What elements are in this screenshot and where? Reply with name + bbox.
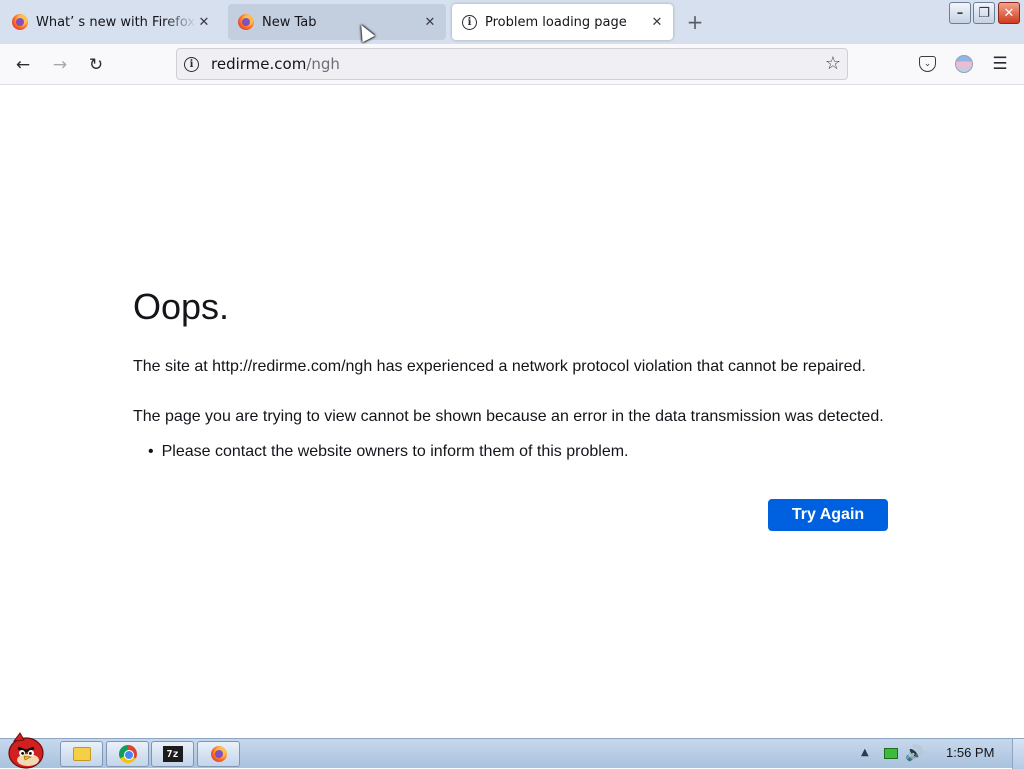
tab-title: What’ s new with Firefox - M: [36, 14, 196, 30]
tab-problem-loading[interactable]: i Problem loading page ✕: [452, 4, 673, 40]
volume-icon[interactable]: 🔊: [905, 744, 924, 762]
7zip-icon: 7z: [162, 746, 183, 762]
account-icon[interactable]: [955, 55, 973, 73]
site-info-icon[interactable]: i: [184, 56, 199, 72]
taskbar-chrome[interactable]: [106, 741, 149, 767]
close-window-button[interactable]: ✕: [998, 2, 1020, 24]
clock[interactable]: 1:56 PM: [946, 745, 994, 760]
chrome-icon: [118, 745, 137, 763]
reload-button[interactable]: ↻: [83, 52, 109, 78]
error-description: The site at http://redirme.com/ngh has e…: [133, 358, 866, 375]
navigation-toolbar: ← → ↻ i redirme.com/ngh ☆ ⌄ ☰: [0, 44, 1024, 85]
tab-strip: What’ s new with Firefox - M ✕ New Tab ✕…: [0, 0, 1024, 44]
error-suggestions: Please contact the website owners to inf…: [148, 443, 629, 461]
url-domain: redirme.com: [211, 55, 307, 73]
firefox-icon: [12, 14, 28, 30]
tab-title: Problem loading page: [485, 14, 627, 30]
minimize-button[interactable]: –: [949, 2, 971, 24]
close-icon[interactable]: ✕: [649, 14, 665, 30]
bookmark-star-icon[interactable]: ☆: [825, 53, 841, 74]
tab-new-tab[interactable]: New Tab ✕: [228, 4, 446, 40]
close-icon[interactable]: ✕: [196, 14, 212, 30]
taskbar: 7z ▲ 🔊 1:56 PM: [0, 732, 1024, 769]
show-desktop-button[interactable]: [1012, 739, 1024, 769]
error-title: Oops.: [133, 286, 230, 327]
info-icon: i: [462, 14, 477, 30]
firefox-icon: [210, 746, 227, 762]
taskbar-file-explorer[interactable]: [60, 741, 103, 767]
back-button[interactable]: ←: [10, 52, 36, 78]
url-bar[interactable]: i redirme.com/ngh ☆: [176, 48, 848, 80]
file-explorer-icon: [72, 747, 91, 761]
error-detail: The page you are trying to view cannot b…: [133, 408, 884, 425]
hamburger-menu-icon[interactable]: ☰: [990, 52, 1010, 76]
tray-expand-icon[interactable]: ▲: [861, 747, 869, 758]
new-tab-button[interactable]: +: [684, 10, 706, 34]
network-icon[interactable]: [884, 748, 898, 759]
taskbar-7zip[interactable]: 7z: [151, 741, 194, 767]
close-icon[interactable]: ✕: [422, 14, 438, 30]
forward-button[interactable]: →: [47, 52, 73, 78]
tab-title: New Tab: [262, 14, 317, 30]
try-again-button[interactable]: Try Again: [768, 499, 888, 531]
url-text[interactable]: redirme.com/ngh: [211, 55, 340, 73]
url-path: /ngh: [306, 55, 340, 73]
taskbar-firefox[interactable]: [197, 741, 240, 767]
list-item: Please contact the website owners to inf…: [148, 443, 629, 461]
maximize-button[interactable]: ❐: [973, 2, 995, 24]
page-content: Oops. The site at http://redirme.com/ngh…: [0, 85, 1024, 738]
tab-whats-new[interactable]: What’ s new with Firefox - M ✕: [2, 4, 220, 40]
start-button-angry-bird-icon[interactable]: [4, 729, 48, 769]
pocket-icon[interactable]: ⌄: [919, 56, 936, 72]
firefox-icon: [238, 14, 254, 30]
